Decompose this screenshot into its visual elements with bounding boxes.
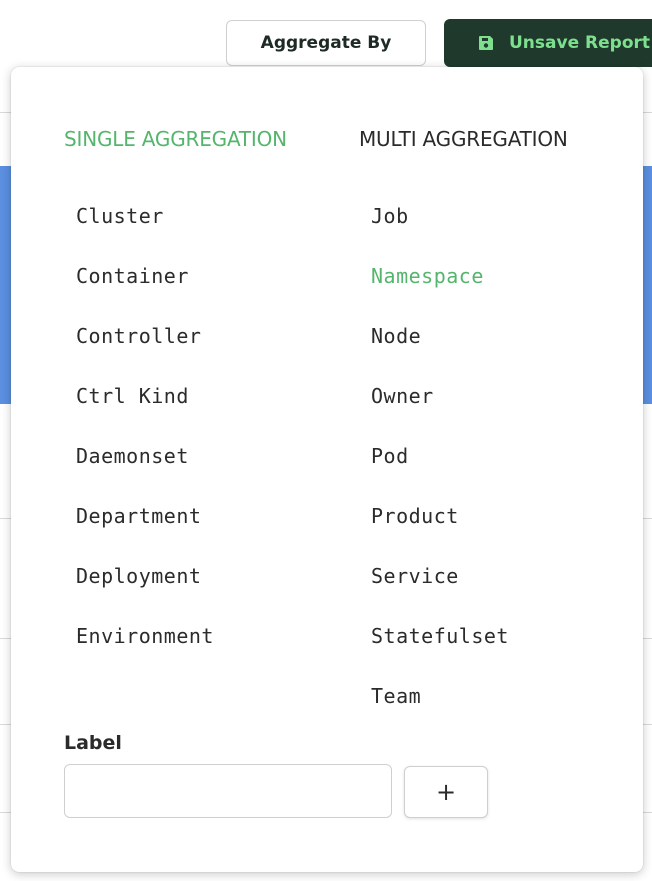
option-owner[interactable]: Owner: [371, 384, 434, 408]
label-input[interactable]: [64, 764, 392, 818]
option-container[interactable]: Container: [76, 264, 189, 288]
unsave-report-button[interactable]: Unsave Report: [444, 19, 652, 67]
option-team[interactable]: Team: [371, 684, 421, 708]
option-ctrl-kind[interactable]: Ctrl Kind: [76, 384, 189, 408]
option-node[interactable]: Node: [371, 324, 421, 348]
option-service[interactable]: Service: [371, 564, 459, 588]
option-daemonset[interactable]: Daemonset: [76, 444, 189, 468]
aggregate-by-button[interactable]: Aggregate By: [226, 20, 426, 66]
add-label-button[interactable]: +: [404, 766, 488, 818]
tab-single-aggregation[interactable]: SINGLE AGGREGATION: [64, 127, 287, 151]
option-job[interactable]: Job: [371, 204, 409, 228]
plus-icon: +: [435, 778, 457, 806]
aggregate-by-popover: SINGLE AGGREGATION MULTI AGGREGATION Clu…: [11, 67, 643, 872]
tab-multi-aggregation[interactable]: MULTI AGGREGATION: [359, 127, 568, 151]
option-namespace[interactable]: Namespace: [371, 264, 484, 288]
option-cluster[interactable]: Cluster: [76, 204, 164, 228]
option-deployment[interactable]: Deployment: [76, 564, 201, 588]
option-controller[interactable]: Controller: [76, 324, 201, 348]
floppy-disk-icon: [479, 36, 493, 50]
unsave-report-label: Unsave Report: [509, 33, 651, 53]
option-statefulset[interactable]: Statefulset: [371, 624, 509, 648]
aggregate-by-label: Aggregate By: [260, 33, 392, 53]
label-caption: Label: [64, 732, 122, 754]
option-department[interactable]: Department: [76, 504, 201, 528]
option-pod[interactable]: Pod: [371, 444, 409, 468]
option-product[interactable]: Product: [371, 504, 459, 528]
option-environment[interactable]: Environment: [76, 624, 214, 648]
